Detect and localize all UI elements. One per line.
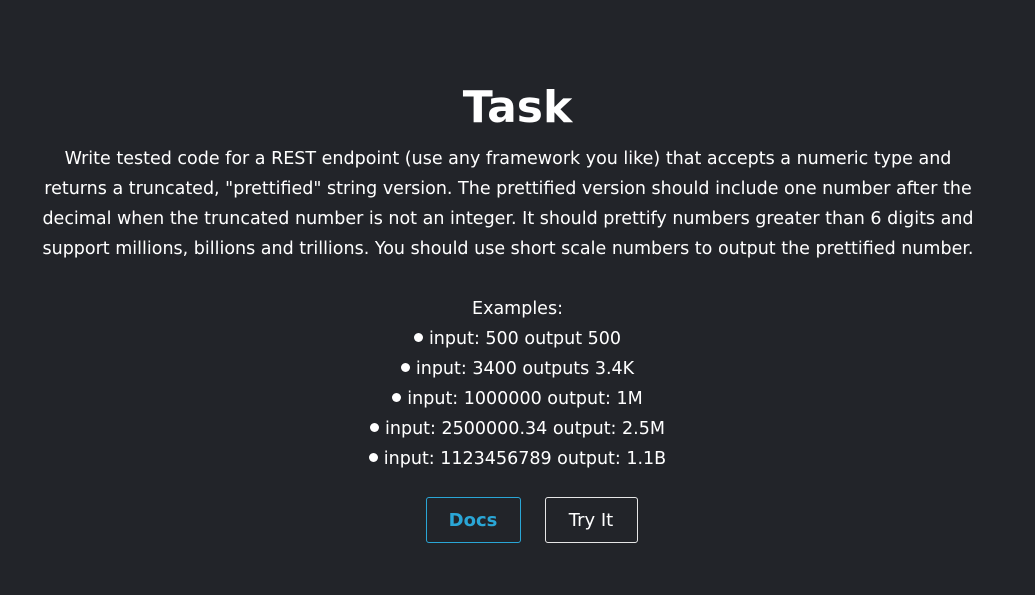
task-description: Write tested code for a REST endpoint (u… <box>42 149 974 259</box>
task-page: Task Write tested code for a REST endpoi… <box>0 0 1035 595</box>
example-item: input: 500 output 500 <box>0 324 1035 354</box>
example-item: input: 3400 outputs 3.4K <box>0 354 1035 384</box>
action-buttons: Docs Try It <box>0 497 1035 543</box>
page-title: Task <box>462 82 573 133</box>
try-it-button[interactable]: Try It <box>544 497 638 543</box>
example-text: input: 3400 outputs 3.4K <box>415 359 635 379</box>
example-item: input: 2500000.34 output: 2.5M <box>0 414 1035 444</box>
examples-list: input: 500 output 500 input: 3400 output… <box>0 324 1035 474</box>
bullet-icon <box>368 452 378 462</box>
bullet-icon <box>370 422 380 432</box>
example-text: input: 1000000 output: 1M <box>407 389 643 409</box>
bullet-icon <box>392 392 402 402</box>
example-item: input: 1000000 output: 1M <box>0 384 1035 414</box>
docs-button[interactable]: Docs <box>425 497 521 543</box>
example-item: input: 1123456789 output: 1.1B <box>0 444 1035 474</box>
example-text: input: 500 output 500 <box>428 329 622 349</box>
bullet-icon <box>400 362 410 372</box>
examples-heading: Examples: <box>472 299 563 319</box>
example-text: input: 2500000.34 output: 2.5M <box>385 419 665 439</box>
bullet-icon <box>413 332 423 342</box>
example-text: input: 1123456789 output: 1.1B <box>383 449 667 469</box>
